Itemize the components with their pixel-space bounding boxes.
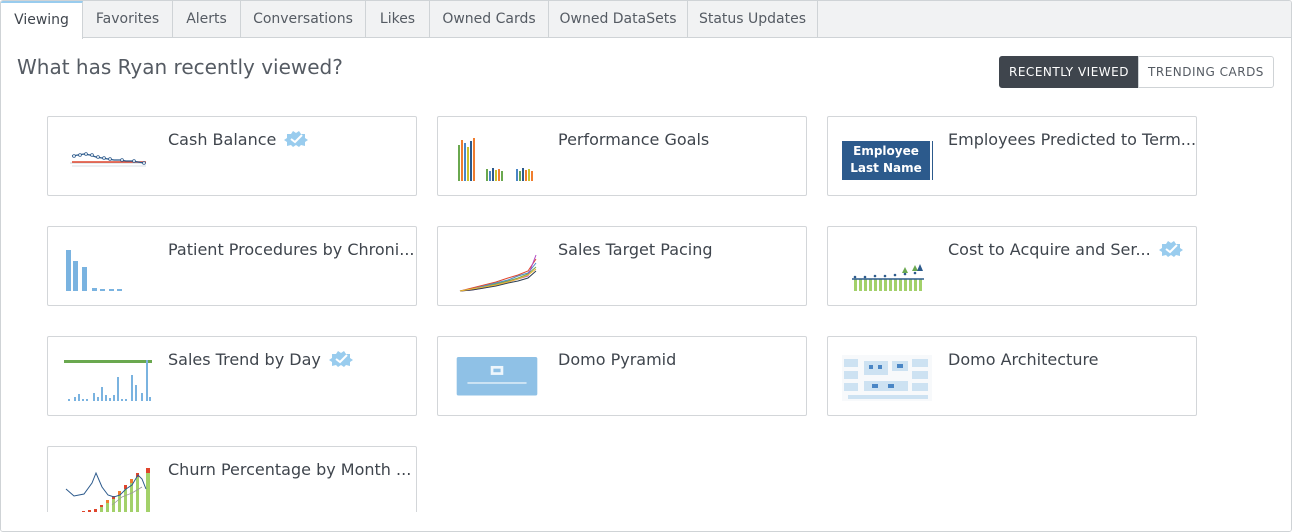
card-title: Cash Balance <box>168 130 310 149</box>
card-title: Employees Predicted to Term... <box>948 130 1196 149</box>
card-title-text: Employees Predicted to Term... <box>948 130 1197 149</box>
card-title-text: Domo Architecture <box>948 350 1099 369</box>
card-title-text: Patient Procedures by Chroni... <box>168 240 415 259</box>
line-chart-thumbnail <box>62 135 152 183</box>
recently-viewed-button[interactable]: RECENTLY VIEWED <box>999 56 1139 88</box>
card-title: Sales Target Pacing <box>558 240 713 259</box>
bar-target-chart-thumbnail <box>64 360 152 401</box>
card-title: Performance Goals <box>558 130 709 149</box>
tab-likes[interactable]: Likes <box>366 1 430 38</box>
table-header-thumbnail: Employee Last Name <box>842 141 932 180</box>
tab-owned-datasets[interactable]: Owned DataSets <box>549 1 688 38</box>
card-title: Patient Procedures by Chroni... <box>168 240 415 259</box>
card-title-text: Cost to Acquire and Ser... <box>948 240 1151 259</box>
card-title-text: Domo Pyramid <box>558 350 677 369</box>
card-title-text: Cash Balance <box>168 130 277 149</box>
card-cost-to-acquire[interactable]: Cost to Acquire and Ser... <box>827 226 1197 306</box>
thumbnail-header-text: Last Name <box>850 161 922 175</box>
page-title: What has Ryan recently viewed? <box>17 55 343 79</box>
card-title-text: Sales Trend by Day <box>168 350 321 369</box>
certified-icon <box>284 131 309 147</box>
card-employees-predicted[interactable]: Employee Last Name Employees Predicted t… <box>827 116 1197 196</box>
card-title-text: Sales Target Pacing <box>558 240 713 259</box>
trending-cards-button[interactable]: TRENDING CARDS <box>1138 56 1274 88</box>
bar-line-chart-thumbnail <box>852 264 924 291</box>
card-sales-trend-by-day[interactable]: Sales Trend by Day <box>47 336 417 416</box>
tab-conversations[interactable]: Conversations <box>241 1 366 38</box>
image-thumbnail <box>456 357 538 396</box>
scroll-clip <box>1 512 1291 531</box>
tab-favorites[interactable]: Favorites <box>83 1 173 38</box>
card-title: Cost to Acquire and Ser... <box>948 240 1185 259</box>
bar-chart-thumbnail <box>66 250 122 291</box>
card-title: Domo Pyramid <box>558 350 676 369</box>
card-title: Sales Trend by Day <box>168 350 355 369</box>
tab-owned-cards[interactable]: Owned Cards <box>430 1 549 38</box>
tab-viewing[interactable]: Viewing <box>1 1 83 39</box>
card-performance-goals[interactable]: Performance Goals <box>437 116 807 196</box>
stacked-bar-line-chart-thumbnail <box>65 468 150 513</box>
multi-line-chart-thumbnail <box>459 254 537 292</box>
grouped-bar-chart-thumbnail <box>458 138 533 181</box>
card-domo-pyramid[interactable]: Domo Pyramid <box>437 336 807 416</box>
card-title-text: Performance Goals <box>558 130 710 149</box>
certified-icon <box>328 351 353 367</box>
card-title-text: Churn Percentage by Month ... <box>168 460 412 479</box>
card-patient-procedures[interactable]: Patient Procedures by Chroni... <box>47 226 417 306</box>
diagram-thumbnail <box>842 355 932 401</box>
tab-bar: Viewing Favorites Alerts Conversations L… <box>1 1 1291 39</box>
viewing-panel: Viewing Favorites Alerts Conversations L… <box>0 0 1292 532</box>
card-title: Churn Percentage by Month ... <box>168 460 411 479</box>
card-domo-architecture[interactable]: Domo Architecture <box>827 336 1197 416</box>
tab-alerts[interactable]: Alerts <box>173 1 241 38</box>
certified-icon <box>1158 241 1183 257</box>
thumbnail-header-text: Employee <box>853 144 919 158</box>
card-cash-balance[interactable]: Cash Balance <box>47 116 417 196</box>
tab-status-updates[interactable]: Status Updates <box>688 1 818 38</box>
card-sales-target-pacing[interactable]: Sales Target Pacing <box>437 226 807 306</box>
card-title: Domo Architecture <box>948 350 1099 369</box>
